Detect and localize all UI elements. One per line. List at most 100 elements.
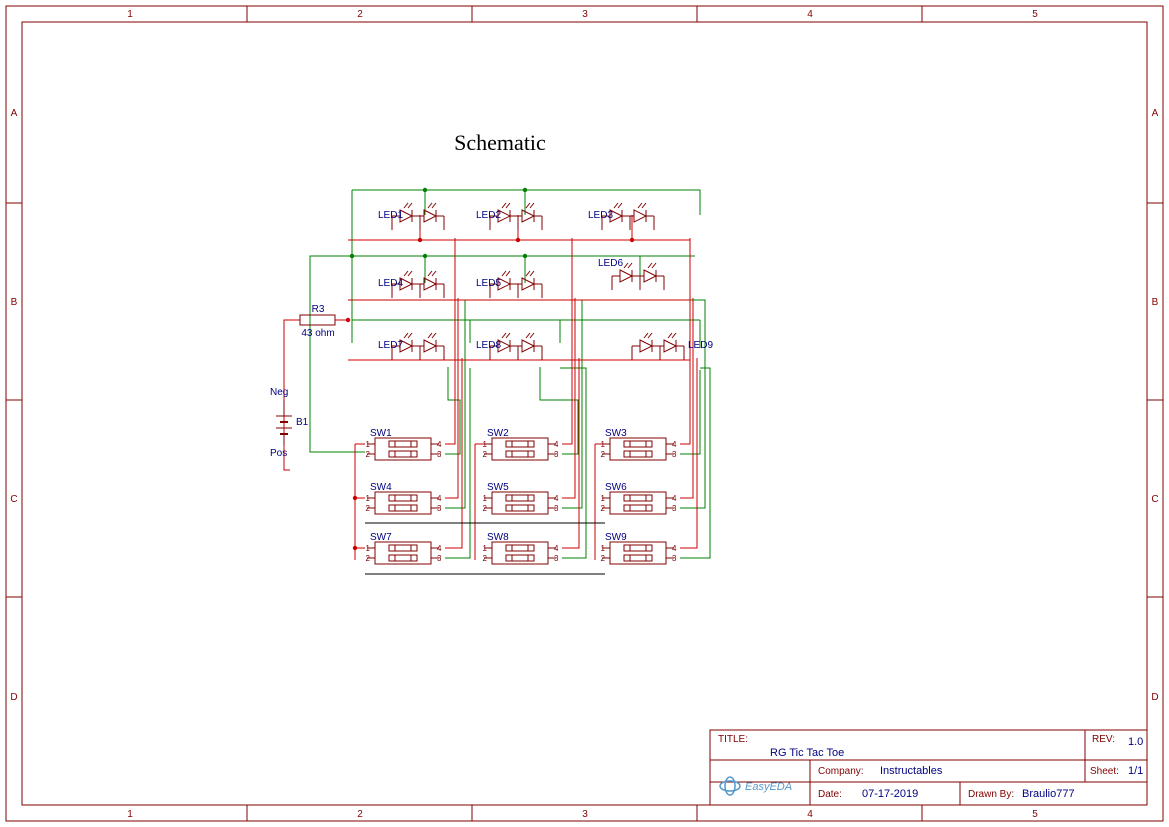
svg-text:C: C xyxy=(10,494,17,505)
svg-text:1: 1 xyxy=(366,440,371,449)
svg-text:RG Tic Tac Toe: RG Tic Tac Toe xyxy=(770,747,844,759)
svg-text:07-17-2019: 07-17-2019 xyxy=(862,788,918,800)
svg-text:SW6: SW6 xyxy=(605,482,627,493)
svg-text:1.0: 1.0 xyxy=(1128,736,1143,748)
svg-text:LED7: LED7 xyxy=(378,340,403,351)
sw5: SW5 1 2 4 3 xyxy=(483,482,559,514)
svg-text:SW9: SW9 xyxy=(605,532,627,543)
svg-text:43 ohm: 43 ohm xyxy=(301,328,334,339)
svg-text:4: 4 xyxy=(554,544,559,553)
title-block: TITLE: RG Tic Tac Toe REV: 1.0 Company: … xyxy=(710,730,1147,805)
svg-text:TITLE:: TITLE: xyxy=(718,734,748,745)
svg-text:3: 3 xyxy=(672,554,677,563)
ruler-rows: A B C D A B C D xyxy=(6,108,1163,703)
svg-text:LED6: LED6 xyxy=(598,258,623,269)
resistor-r3: R3 43 ohm xyxy=(300,304,335,339)
svg-text:LED4: LED4 xyxy=(378,278,403,289)
svg-text:4: 4 xyxy=(437,494,442,503)
svg-text:EasyEDA: EasyEDA xyxy=(745,781,792,793)
svg-text:2: 2 xyxy=(357,9,363,20)
sw2: SW2 1 2 4 3 xyxy=(483,428,559,460)
led7: LED7 xyxy=(378,333,444,360)
svg-text:2: 2 xyxy=(366,504,371,513)
svg-text:4: 4 xyxy=(554,440,559,449)
svg-text:1: 1 xyxy=(366,544,371,553)
svg-text:3: 3 xyxy=(554,504,559,513)
svg-text:3: 3 xyxy=(554,450,559,459)
schematic-sheet: 1 2 3 4 5 1 2 3 4 5 A B C D A B C D Sche… xyxy=(0,0,1169,827)
svg-text:3: 3 xyxy=(437,450,442,459)
svg-text:4: 4 xyxy=(554,494,559,503)
svg-text:4: 4 xyxy=(807,9,813,20)
svg-text:3: 3 xyxy=(672,504,677,513)
svg-text:2: 2 xyxy=(366,450,371,459)
svg-text:2: 2 xyxy=(601,554,606,563)
led4: LED4 xyxy=(378,271,444,298)
svg-text:SW5: SW5 xyxy=(487,482,509,493)
svg-text:C: C xyxy=(1151,494,1158,505)
svg-text:2: 2 xyxy=(357,809,363,820)
svg-text:Instructables: Instructables xyxy=(880,765,943,777)
sw7: SW7 1 2 4 3 xyxy=(366,532,442,564)
svg-text:1: 1 xyxy=(483,494,488,503)
svg-text:Date:: Date: xyxy=(818,789,842,800)
led5: LED5 xyxy=(476,271,542,298)
outer-frame xyxy=(6,6,1163,821)
svg-text:LED2: LED2 xyxy=(476,210,501,221)
sw1: SW1 1 2 4 3 xyxy=(366,428,442,460)
svg-text:B: B xyxy=(1152,297,1159,308)
ruler-cols: 1 2 3 4 5 1 2 3 4 5 xyxy=(127,6,1038,821)
svg-text:B: B xyxy=(11,297,18,308)
svg-text:1: 1 xyxy=(483,440,488,449)
svg-text:1: 1 xyxy=(483,544,488,553)
svg-text:3: 3 xyxy=(582,809,588,820)
svg-text:2: 2 xyxy=(601,504,606,513)
svg-text:LED9: LED9 xyxy=(688,340,713,351)
svg-text:2: 2 xyxy=(483,554,488,563)
inner-frame xyxy=(22,22,1147,805)
svg-text:LED8: LED8 xyxy=(476,340,501,351)
svg-text:4: 4 xyxy=(807,809,813,820)
led2: LED2 xyxy=(476,203,542,230)
led8: LED8 xyxy=(476,333,542,360)
svg-text:2: 2 xyxy=(601,450,606,459)
led3: LED3 xyxy=(588,203,654,230)
svg-text:D: D xyxy=(10,692,17,703)
svg-text:SW4: SW4 xyxy=(370,482,392,493)
svg-text:1: 1 xyxy=(601,544,606,553)
svg-text:Drawn By:: Drawn By: xyxy=(968,789,1014,800)
svg-text:SW7: SW7 xyxy=(370,532,392,543)
svg-text:Neg: Neg xyxy=(270,387,288,398)
svg-text:Sheet:: Sheet: xyxy=(1090,766,1119,777)
svg-text:SW8: SW8 xyxy=(487,532,509,543)
svg-text:REV:: REV: xyxy=(1092,734,1115,745)
svg-text:R3: R3 xyxy=(312,304,325,315)
svg-text:4: 4 xyxy=(437,440,442,449)
sw8: SW8 1 2 4 3 xyxy=(483,532,559,564)
svg-text:2: 2 xyxy=(483,504,488,513)
svg-text:3: 3 xyxy=(672,450,677,459)
svg-text:1/1: 1/1 xyxy=(1128,765,1143,777)
svg-text:Braulio777: Braulio777 xyxy=(1022,788,1075,800)
led1: LED1 xyxy=(378,203,444,230)
svg-text:2: 2 xyxy=(366,554,371,563)
svg-text:SW2: SW2 xyxy=(487,428,509,439)
svg-text:5: 5 xyxy=(1032,809,1038,820)
svg-text:1: 1 xyxy=(366,494,371,503)
svg-text:SW3: SW3 xyxy=(605,428,627,439)
svg-text:SW1: SW1 xyxy=(370,428,392,439)
led-grid: LED1 LED2 LED3 LED4 LED5 LED6 LED7 LED8 … xyxy=(378,203,713,360)
svg-text:D: D xyxy=(1151,692,1158,703)
svg-text:4: 4 xyxy=(672,544,677,553)
sw4: SW4 1 2 4 3 xyxy=(366,482,442,514)
svg-text:LED1: LED1 xyxy=(378,210,403,221)
svg-text:1: 1 xyxy=(127,9,133,20)
nets-green xyxy=(310,190,710,558)
svg-text:4: 4 xyxy=(672,440,677,449)
battery-b1: Neg Pos B1 xyxy=(270,387,309,459)
svg-text:Pos: Pos xyxy=(270,448,287,459)
svg-text:Company:: Company: xyxy=(818,766,864,777)
svg-text:3: 3 xyxy=(582,9,588,20)
svg-text:5: 5 xyxy=(1032,9,1038,20)
svg-text:A: A xyxy=(1152,108,1159,119)
